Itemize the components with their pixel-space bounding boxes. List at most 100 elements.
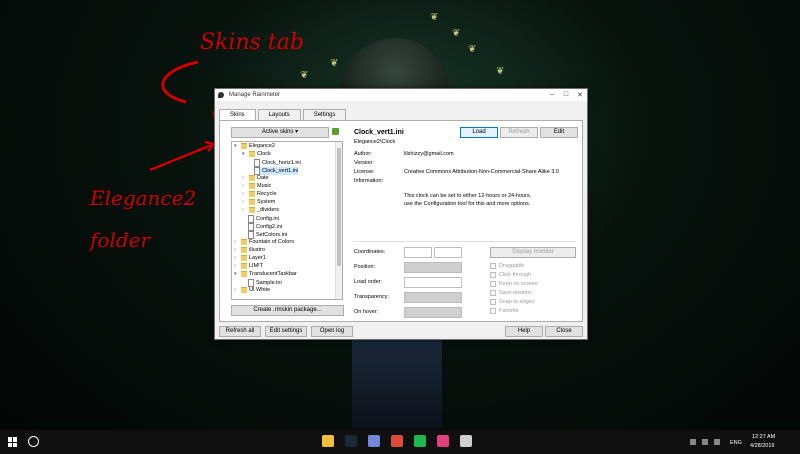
steam-icon[interactable] (345, 435, 357, 447)
y-coordinate-field[interactable] (434, 247, 462, 258)
skins-tree[interactable]: ▾ Elegance2 ▾ Clock Clock_horiz1.ini Clock… (231, 141, 343, 300)
refresh-button[interactable]: Refresh (500, 127, 538, 138)
skin-name: Clock_vert1.ini (354, 129, 404, 136)
x-coordinate-field[interactable] (404, 247, 432, 258)
save-position-checkbox[interactable]: Save position (490, 290, 532, 296)
folder-icon (249, 183, 255, 189)
file-icon (248, 231, 254, 239)
tree-item-clock[interactable]: ▾ Clock (242, 151, 271, 157)
cortana-search-icon[interactable] (28, 436, 39, 447)
load-order-field[interactable] (404, 277, 462, 288)
tree-item-illustro[interactable]: › illustro (234, 247, 265, 253)
tree-item-layer1[interactable]: › Layer1 (234, 255, 266, 261)
load-button[interactable]: Load (460, 127, 498, 138)
windows-taskbar: ENG 12:27 AM 4/28/2019 (0, 430, 800, 454)
tree-item-recycle[interactable]: › Recycle (242, 191, 277, 197)
system-tray-icons[interactable] (690, 439, 720, 445)
tree-item-elegance2[interactable]: ▾ Elegance2 (234, 143, 275, 149)
minimize-button[interactable]: – (545, 91, 559, 99)
file-icon (248, 223, 254, 231)
tree-item-config2[interactable]: Config2.ini (248, 223, 282, 231)
transparency-dropdown[interactable] (404, 292, 462, 303)
rainmeter-icon (218, 92, 224, 98)
tree-item-limit[interactable]: › LIM!T (234, 263, 263, 269)
on-hover-dropdown[interactable] (404, 307, 462, 318)
edit-button[interactable]: Edit (540, 127, 578, 138)
tree-item-translucent-taskbar[interactable]: ▾ TranslucentTaskbar (234, 271, 297, 277)
refresh-all-button[interactable]: Refresh all (219, 326, 261, 337)
tree-item-system[interactable]: › System (242, 199, 275, 205)
scrollbar-thumb[interactable] (337, 148, 341, 266)
spotify-icon[interactable] (414, 435, 426, 447)
tree-item-music[interactable]: › Music (242, 183, 271, 189)
version-label: Version: (354, 160, 374, 166)
chrome-icon[interactable] (391, 435, 403, 447)
tree-item-fountain-of-colors[interactable]: › Fountain of Colors (234, 239, 294, 245)
tree-item-sample[interactable]: Sample.ini (248, 279, 282, 287)
add-skin-icon[interactable] (332, 128, 339, 135)
folder-icon (241, 255, 247, 261)
skin-path: Elegance2\Clock (354, 139, 396, 145)
on-hover-label: On hover: (354, 309, 379, 315)
clock-time[interactable]: 12:27 AM (752, 434, 775, 440)
tree-item-dividers[interactable]: › _dividers (242, 207, 279, 213)
folder-icon (249, 191, 255, 197)
keep-on-screen-checkbox[interactable]: Keep on screen (490, 281, 538, 287)
window-title: Manage Rainmeter (229, 92, 281, 98)
tree-scrollbar[interactable] (335, 142, 342, 299)
tab-skins[interactable]: Skins (219, 109, 256, 120)
discord-icon[interactable] (368, 435, 380, 447)
help-button[interactable]: Help (505, 326, 543, 337)
snap-to-edges-checkbox[interactable]: Snap to edges (490, 299, 534, 305)
windows-start-icon[interactable] (8, 437, 18, 447)
license-label: License: (354, 169, 375, 175)
file-icon (248, 279, 254, 287)
info-line-1: This clock can be set to either 12-hours… (404, 193, 532, 199)
file-icon (248, 215, 254, 223)
skins-panel: Active skins ▾ ▾ Elegance2 ▾ Clock Clock_h… (219, 120, 583, 322)
tab-settings[interactable]: Settings (302, 109, 347, 120)
rainmeter-icon[interactable] (460, 435, 472, 447)
app-icon[interactable] (437, 435, 449, 447)
folder-icon (241, 271, 247, 277)
folder-icon (249, 151, 255, 157)
favorite-checkbox[interactable]: Favorite (490, 308, 519, 314)
close-button[interactable]: Close (545, 326, 583, 337)
title-bar: Manage Rainmeter – □ ✕ (215, 89, 587, 101)
transparency-label: Transparency: (354, 294, 389, 300)
tree-item-config[interactable]: Config.ini (248, 215, 279, 223)
maximize-button[interactable]: □ (559, 91, 573, 99)
position-label: Position: (354, 264, 376, 270)
info-line-2: use the Configuration tool for this and … (404, 201, 531, 207)
create-rmskin-package-button[interactable]: Create .rmskin package... (231, 305, 344, 316)
folder-icon (249, 175, 255, 181)
click-through-checkbox[interactable]: Click through (490, 272, 531, 278)
divider (354, 241, 576, 242)
folder-icon (249, 207, 255, 213)
tree-item-clock-horiz1[interactable]: Clock_horiz1.ini (254, 159, 301, 167)
tree-item-setcolors[interactable]: SetColors.ini (248, 231, 287, 239)
tree-item-ui-white[interactable]: › UI White (234, 287, 270, 293)
file-icon (254, 159, 260, 167)
file-explorer-icon[interactable] (322, 435, 334, 447)
close-window-button[interactable]: ✕ (573, 91, 587, 99)
position-dropdown[interactable] (404, 262, 462, 273)
display-monitor-button[interactable]: Display monitor (490, 247, 576, 258)
load-order-label: Load order: (354, 279, 383, 285)
folder-icon (241, 247, 247, 253)
tab-layouts[interactable]: Layouts (257, 109, 301, 120)
open-log-button[interactable]: Open log (311, 326, 353, 337)
draggable-checkbox[interactable]: Draggable (490, 263, 524, 269)
tree-item-date[interactable]: › Date (242, 175, 269, 181)
author-value: lilshizzy@gmail.com (404, 151, 454, 157)
clock-date[interactable]: 4/28/2019 (750, 443, 774, 449)
folder-icon (241, 263, 247, 269)
edit-settings-button[interactable]: Edit settings (265, 326, 307, 337)
active-skins-dropdown[interactable]: Active skins ▾ (231, 127, 329, 138)
author-label: Author: (354, 151, 372, 157)
coordinates-label: Coordinates: (354, 249, 386, 255)
folder-icon (249, 199, 255, 205)
language-indicator[interactable]: ENG (730, 440, 742, 446)
tree-item-clock-vert1[interactable]: Clock_vert1.ini (254, 167, 299, 175)
folder-icon (241, 239, 247, 245)
